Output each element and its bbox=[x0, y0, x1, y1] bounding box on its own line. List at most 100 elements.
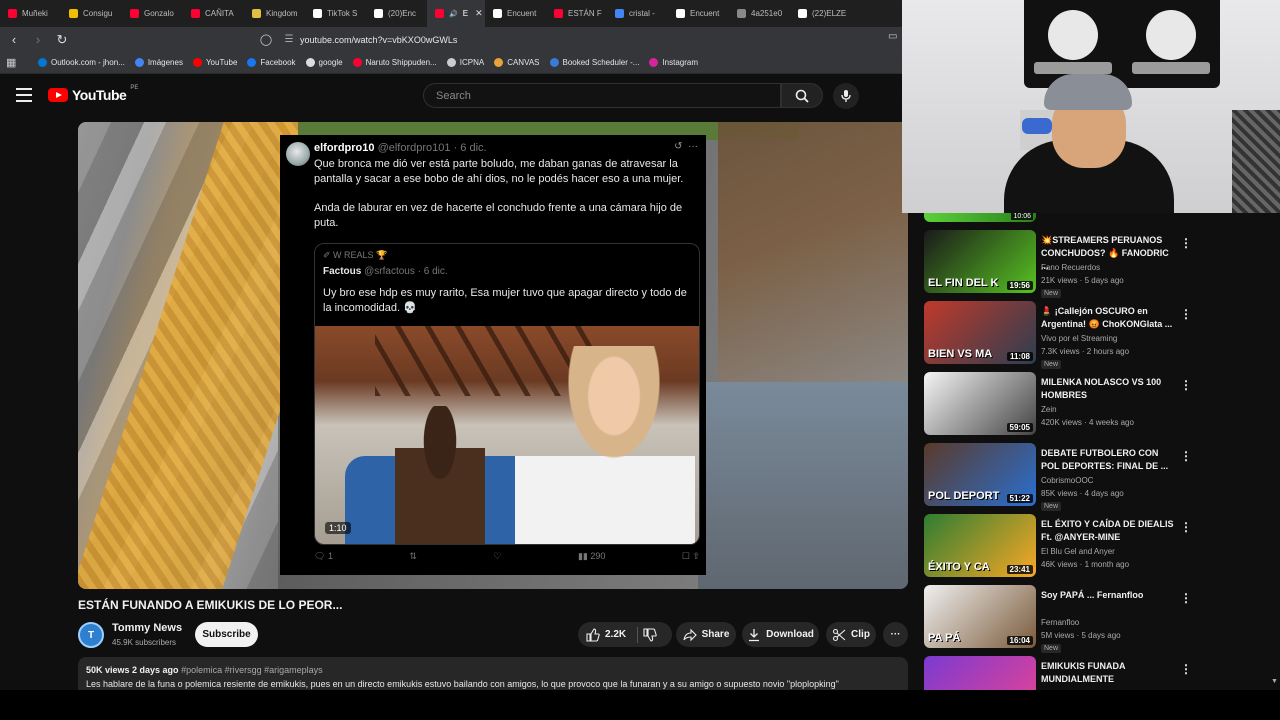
browser-tab[interactable]: (22)ELZE bbox=[790, 0, 851, 27]
bookmark-favicon-icon bbox=[352, 58, 362, 67]
recommended-video[interactable]: ÉXITO Y CA 23:41 EL ÉXITO Y CAÍDA DE DIEAL… bbox=[922, 514, 1200, 580]
tab-favicon-icon bbox=[191, 9, 200, 18]
tab-favicon-icon bbox=[374, 9, 383, 18]
recommended-video-meta: 420K views · 4 weeks ago bbox=[1041, 418, 1134, 427]
back-button[interactable]: ‹ bbox=[4, 30, 24, 50]
recommended-video[interactable]: POL DEPORT 51:22 DEBATE FUTBOLERO CON POL … bbox=[922, 443, 1200, 511]
bookmark-label: CANVAS bbox=[507, 58, 540, 67]
recommended-video-title: EMIKUKIS FUNADA MUNDIALMENTE bbox=[1041, 661, 1126, 684]
share-label: Share bbox=[701, 629, 730, 640]
youtube-logo[interactable]: YouTube PE bbox=[48, 85, 138, 103]
bookmark-item[interactable]: Facebook bbox=[247, 58, 296, 67]
more-actions-button[interactable]: ··· bbox=[883, 622, 908, 647]
share-button[interactable]: Share bbox=[676, 622, 736, 647]
video-thumbnail[interactable]: ÉXITO Y CA 23:41 bbox=[924, 514, 1036, 577]
bookmark-item[interactable]: Outlook.com - jhon... bbox=[38, 58, 125, 67]
quote-video-time: 1:10 bbox=[325, 522, 351, 534]
menu-icon[interactable] bbox=[14, 86, 34, 104]
thumbnail-caption: BIEN VS MA bbox=[928, 348, 993, 360]
scroll-down-arrow[interactable]: ▼ bbox=[1271, 678, 1278, 685]
bookmark-favicon-icon bbox=[247, 58, 257, 67]
video-thumbnail[interactable]: POL DEPORT 51:22 bbox=[924, 443, 1036, 506]
browser-tab[interactable]: Kingdom bbox=[244, 0, 305, 27]
clip-button[interactable]: Clip bbox=[826, 622, 876, 647]
browser-tab[interactable]: cristal - bbox=[607, 0, 668, 27]
channel-avatar[interactable]: T bbox=[78, 622, 104, 648]
cam-bed bbox=[1232, 110, 1280, 213]
site-info-icon[interactable]: ☰ bbox=[278, 34, 300, 45]
bookmark-star-icon[interactable]: ◯ bbox=[254, 33, 278, 46]
more-options-icon[interactable]: ⋮ bbox=[1180, 449, 1192, 463]
search-input[interactable]: Search bbox=[423, 83, 781, 108]
tab-label: Encuent bbox=[690, 9, 720, 18]
bookmark-item[interactable]: ICPNA bbox=[446, 58, 484, 67]
more-options-icon[interactable]: ⋮ bbox=[1180, 662, 1192, 676]
tweet-more-icon: ↺ ··· bbox=[674, 141, 698, 152]
recommended-video[interactable]: BIEN VS MA 11:08 💄 ¡Callejón OSCURO en Arg… bbox=[922, 301, 1200, 369]
more-options-icon[interactable]: ⋮ bbox=[1180, 307, 1192, 321]
tab-favicon-icon bbox=[615, 9, 624, 18]
recommended-video[interactable]: 59:05 MILENKA NOLASCO VS 100 HOMBRES Zein 4… bbox=[922, 372, 1200, 438]
bookmark-item[interactable]: Instagram bbox=[649, 58, 698, 67]
bookmark-item[interactable]: YouTube bbox=[192, 58, 237, 67]
tab-label: Muñeki bbox=[22, 9, 48, 18]
thumbnail-caption: EL FIN DEL K bbox=[928, 277, 999, 289]
recommended-video-title: DEBATE FUTBOLERO CON POL DEPORTES: FINAL… bbox=[1041, 448, 1169, 471]
tab-favicon-icon bbox=[554, 9, 563, 18]
more-options-icon[interactable]: ⋮ bbox=[1180, 236, 1192, 250]
recommended-video-meta: 21K views · 5 days ago bbox=[1041, 276, 1124, 285]
bookmarks-bar: ▦ Outlook.com - jhon... Imágenes YouTube Fa… bbox=[0, 52, 902, 74]
more-options-icon[interactable]: ⋮ bbox=[1180, 520, 1192, 534]
speaker-icon: 🔊 bbox=[449, 10, 458, 18]
dislike-button[interactable] bbox=[638, 622, 662, 647]
cast-icon[interactable]: ▭ bbox=[888, 31, 897, 42]
browser-tab[interactable]: Consigu bbox=[61, 0, 122, 27]
tab-label: Consigu bbox=[83, 9, 113, 18]
bookmark-item[interactable]: Booked Scheduler -... bbox=[549, 58, 639, 67]
apps-grid-icon[interactable]: ▦ bbox=[6, 56, 28, 69]
close-tab-icon[interactable]: ✕ bbox=[475, 8, 483, 19]
more-options-icon[interactable]: ⋮ bbox=[1180, 378, 1192, 392]
download-button[interactable]: Download bbox=[742, 622, 819, 647]
tweet-author-handle: @elfordpro101 · 6 dic. bbox=[377, 142, 487, 154]
bookmark-label: Outlook.com - jhon... bbox=[51, 58, 125, 67]
bookmark-item[interactable]: CANVAS bbox=[494, 58, 540, 67]
voice-search-button[interactable] bbox=[833, 83, 859, 109]
recommended-video[interactable]: EL FIN DEL K 19:56 💥STREAMERS PERUANOS CON… bbox=[922, 230, 1200, 298]
streamer bbox=[1004, 70, 1174, 213]
video-thumbnail[interactable]: PA PÁ 16:04 bbox=[924, 585, 1036, 648]
video-thumbnail[interactable]: 59:05 bbox=[924, 372, 1036, 435]
recommended-video[interactable]: PA PÁ 16:04 Soy PAPÁ ... Fernanfloo Fernanf… bbox=[922, 585, 1200, 653]
browser-tab[interactable]: Encuent bbox=[668, 0, 729, 27]
recommended-video[interactable]: ACHUDOEMIKUKIS FUNADA MUNDIALMENTEGANX 9… bbox=[922, 656, 1200, 690]
tab-label: Kingdom bbox=[266, 9, 298, 18]
browser-tab[interactable]: Muñeki bbox=[0, 0, 61, 27]
forward-button[interactable]: › bbox=[28, 30, 48, 50]
search-button[interactable] bbox=[781, 83, 823, 108]
browser-tab[interactable]: ESTÁN F bbox=[546, 0, 607, 27]
browser-tab[interactable]: TikTok S bbox=[305, 0, 366, 27]
views-count: 290 bbox=[590, 551, 606, 561]
video-thumbnail[interactable]: EL FIN DEL K 19:56 bbox=[924, 230, 1036, 293]
hashtags[interactable]: #polemica #riversgg #arigameplays bbox=[181, 665, 323, 675]
video-player[interactable]: elfordpro10 @elfordpro101 · 6 dic. ↺ ···… bbox=[78, 122, 908, 589]
address-bar[interactable]: ◯ ☰ youtube.com/watch?v=vbKXO0wGWLs bbox=[254, 30, 894, 49]
subscribe-button[interactable]: Subscribe bbox=[195, 622, 258, 647]
reload-button[interactable]: ↻ bbox=[52, 30, 72, 50]
more-options-icon[interactable]: ⋮ bbox=[1180, 591, 1192, 605]
bookmark-item[interactable]: Naruto Shippuden... bbox=[352, 58, 437, 67]
tab-favicon-icon bbox=[130, 9, 139, 18]
bookmark-item[interactable]: Imágenes bbox=[134, 58, 183, 67]
video-thumbnail[interactable]: BIEN VS MA 11:08 bbox=[924, 301, 1036, 364]
bookmark-item[interactable]: google bbox=[305, 58, 343, 67]
browser-tab[interactable]: (20)Enc bbox=[366, 0, 427, 27]
previous-thumbnail-edge[interactable]: 10:06 bbox=[924, 213, 1036, 222]
thumbnail-caption: POL DEPORT bbox=[928, 490, 1000, 502]
video-thumbnail[interactable]: ACHUDO bbox=[924, 656, 1036, 690]
browser-tab[interactable]: 4a251e0 bbox=[729, 0, 790, 27]
browser-tab[interactable]: Gonzalo bbox=[122, 0, 183, 27]
browser-tab[interactable]: 🔊 E ✕ bbox=[427, 0, 485, 27]
browser-tab[interactable]: CAÑITA bbox=[183, 0, 244, 27]
browser-tab[interactable]: Encuent bbox=[485, 0, 546, 27]
channel-name[interactable]: Tommy News bbox=[112, 622, 182, 634]
